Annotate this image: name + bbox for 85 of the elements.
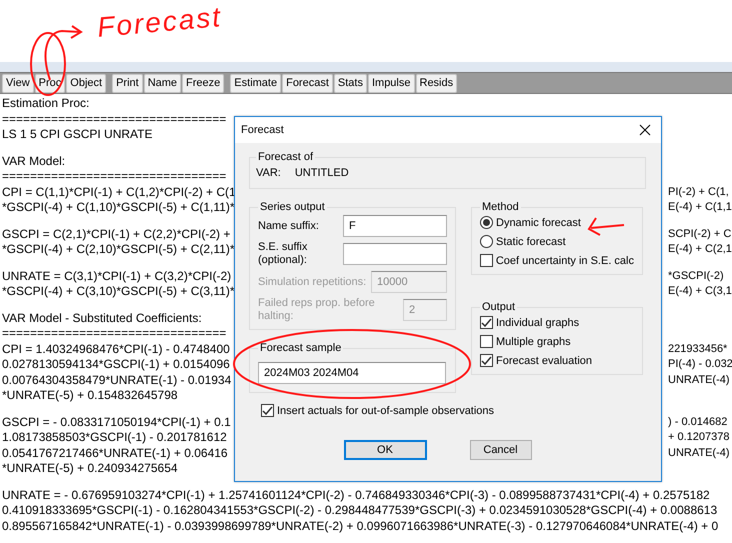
- dialog-button[interactable]: Cancel: [470, 440, 532, 460]
- annotation-arrow: [588, 217, 624, 236]
- checkmark-icon: [481, 355, 492, 366]
- input-field[interactable]: [343, 243, 447, 265]
- output-text: SCPI(-2) + C: [668, 226, 732, 242]
- field-label: Name suffix:: [258, 220, 320, 232]
- output-text: UNRATE = - 0.676959103274*CPI(-1) + 1.25741601124*CPI(-2) - 0.746849330346*CPI(-3) - 0.0899588737431*CPI(-4) + 0.2575182: [2, 488, 710, 503]
- dialog-title: Forecast: [241, 124, 284, 136]
- output-text: UNRATE = C(3,1)*CPI(-1) + C(3,2)*CPI(-2): [2, 268, 232, 284]
- output-text: *UNRATE(-5) + 0.154832645798: [2, 388, 178, 404]
- toolbar-button[interactable]: Name: [144, 74, 182, 92]
- field-value: UNTITLED: [294, 166, 349, 178]
- output-text: 0.00764304358479*UNRATE(-1) - 0.01934: [2, 372, 232, 388]
- checkbox[interactable]: [480, 354, 493, 367]
- output-text: 0.410918333695*GSCPI(-1) - 0.162804341553*GSCPI(-2) - 0.298448477539*GSCPI(-3) + 0.0234591030528*GSCPI(-4) + 0.0088613: [2, 503, 718, 518]
- radio-label: Dynamic forecast: [496, 216, 581, 228]
- output-text: *GSCPI(-4) + C(2,10)*GSCPI(-5) + C(2,11)*: [2, 242, 235, 258]
- handwritten-note: Forecast: [96, 1, 224, 44]
- output-text: *GSCPI(-2): [668, 268, 724, 284]
- checkbox-label: Multiple graphs: [496, 336, 571, 348]
- group-title: Output: [481, 301, 516, 313]
- output-text: UNRATE(-4): [668, 372, 730, 388]
- output-text: ================================: [2, 326, 226, 342]
- output-text: 221933456*: [668, 342, 728, 356]
- output-text: UNRATE(-4): [668, 446, 730, 460]
- output-text: VAR Model - Substituted Coefficients:: [2, 310, 202, 326]
- checkbox[interactable]: [480, 254, 493, 267]
- toolbar-button[interactable]: Print: [112, 74, 143, 92]
- field-label: VAR:: [256, 166, 281, 178]
- output-text: LS 1 5 CPI GSCPI UNRATE: [2, 127, 152, 142]
- output-text: 0.895567165842*UNRATE(-1) - 0.0393998699789*UNRATE(-2) + 0.0996071663986*UNRATE(-3) - 0.127970646084*UNRATE(-4) + 0: [2, 518, 718, 534]
- toolbar-button[interactable]: Object: [66, 74, 106, 92]
- group-title: Forecast of: [257, 151, 314, 163]
- output-text: ================================: [2, 112, 226, 127]
- output-text: GSCPI = - 0.0833171050194*CPI(-1) + 0.1: [2, 414, 231, 430]
- radio-label: Static forecast: [496, 236, 566, 248]
- output-text: ================================: [2, 169, 226, 184]
- input-field[interactable]: F: [343, 215, 447, 237]
- checkbox-label: Individual graphs: [496, 316, 580, 328]
- toolbar-button[interactable]: View: [2, 74, 34, 92]
- checkmark-icon: [481, 317, 492, 328]
- radio-button[interactable]: [480, 235, 493, 248]
- field-label: Failed reps prop. before halting:: [258, 297, 376, 323]
- output-text: ) - 0.014682: [668, 414, 728, 430]
- output-text: + 0.1207378: [668, 430, 730, 445]
- output-text: *GSCPI(-4) + C(1,10)*GSCPI(-5) + C(1,11)*: [2, 200, 235, 216]
- checkbox[interactable]: [480, 316, 493, 329]
- output-text: PI(-4) - 0.032: [668, 357, 732, 372]
- toolbar-button[interactable]: Impulse: [368, 74, 414, 92]
- group-title: Forecast sample: [259, 342, 342, 354]
- checkbox[interactable]: [261, 404, 274, 417]
- toolbar-button[interactable]: Forecast: [282, 74, 333, 92]
- output-text: PI(-2) + C(1,: [668, 184, 729, 200]
- output-text: 1.08173858503*GSCPI(-1) - 0.201781612: [2, 430, 227, 446]
- group-title: Series output: [259, 201, 326, 213]
- checkbox-label: Forecast evaluation: [496, 354, 592, 366]
- output-text: GSCPI = C(2,1)*CPI(-1) + C(2,2)*CPI(-2) +: [2, 226, 230, 242]
- output-text: E(-4) + C(2,1: [668, 242, 732, 257]
- checkbox[interactable]: [480, 335, 493, 348]
- field-label: S.E. suffix (optional):: [258, 241, 308, 267]
- close-button[interactable]: [637, 122, 653, 138]
- output-text: CPI = C(1,1)*CPI(-1) + C(1,2)*CPI(-2) + C(1: [2, 184, 236, 200]
- checkmark-icon: [262, 405, 273, 416]
- dialog-button[interactable]: OK: [344, 440, 426, 460]
- output-text: CPI = 1.40324968476*CPI(-1) - 0.4748400: [2, 342, 230, 357]
- toolbar-button[interactable]: Stats: [334, 74, 367, 92]
- output-text: 0.0541767217466*UNRATE(-1) + 0.06416: [2, 446, 228, 461]
- output-text: VAR Model:: [2, 154, 66, 169]
- output-text: E(-4) + C(3,1: [668, 284, 732, 299]
- output-text: E(-4) + C(1,1: [668, 200, 732, 215]
- group-title: Method: [481, 201, 520, 213]
- input-field[interactable]: 2024M03 2024M04: [258, 362, 446, 384]
- radio-button[interactable]: [480, 216, 493, 229]
- toolbar-button[interactable]: Freeze: [182, 74, 224, 92]
- toolbar-button[interactable]: Resids: [416, 74, 458, 92]
- close-icon: [639, 124, 651, 136]
- output-text: Estimation Proc:: [2, 96, 90, 112]
- output-text: *UNRATE(-5) + 0.240934275654: [2, 461, 178, 476]
- output-text: 0.0278130594134*GSCPI(-1) + 0.0154096: [2, 357, 230, 372]
- checkbox-label: Insert actuals for out-of-sample observations: [277, 404, 494, 416]
- field-label: Simulation repetitions:: [258, 276, 367, 288]
- output-text: *GSCPI(-4) + C(3,10)*GSCPI(-5) + C(3,11)*: [2, 284, 235, 300]
- annotation-circle: [30, 32, 66, 96]
- checkbox-label: Coef uncertainty in S.E. calc: [496, 254, 634, 266]
- toolbar-button[interactable]: Estimate: [230, 74, 282, 92]
